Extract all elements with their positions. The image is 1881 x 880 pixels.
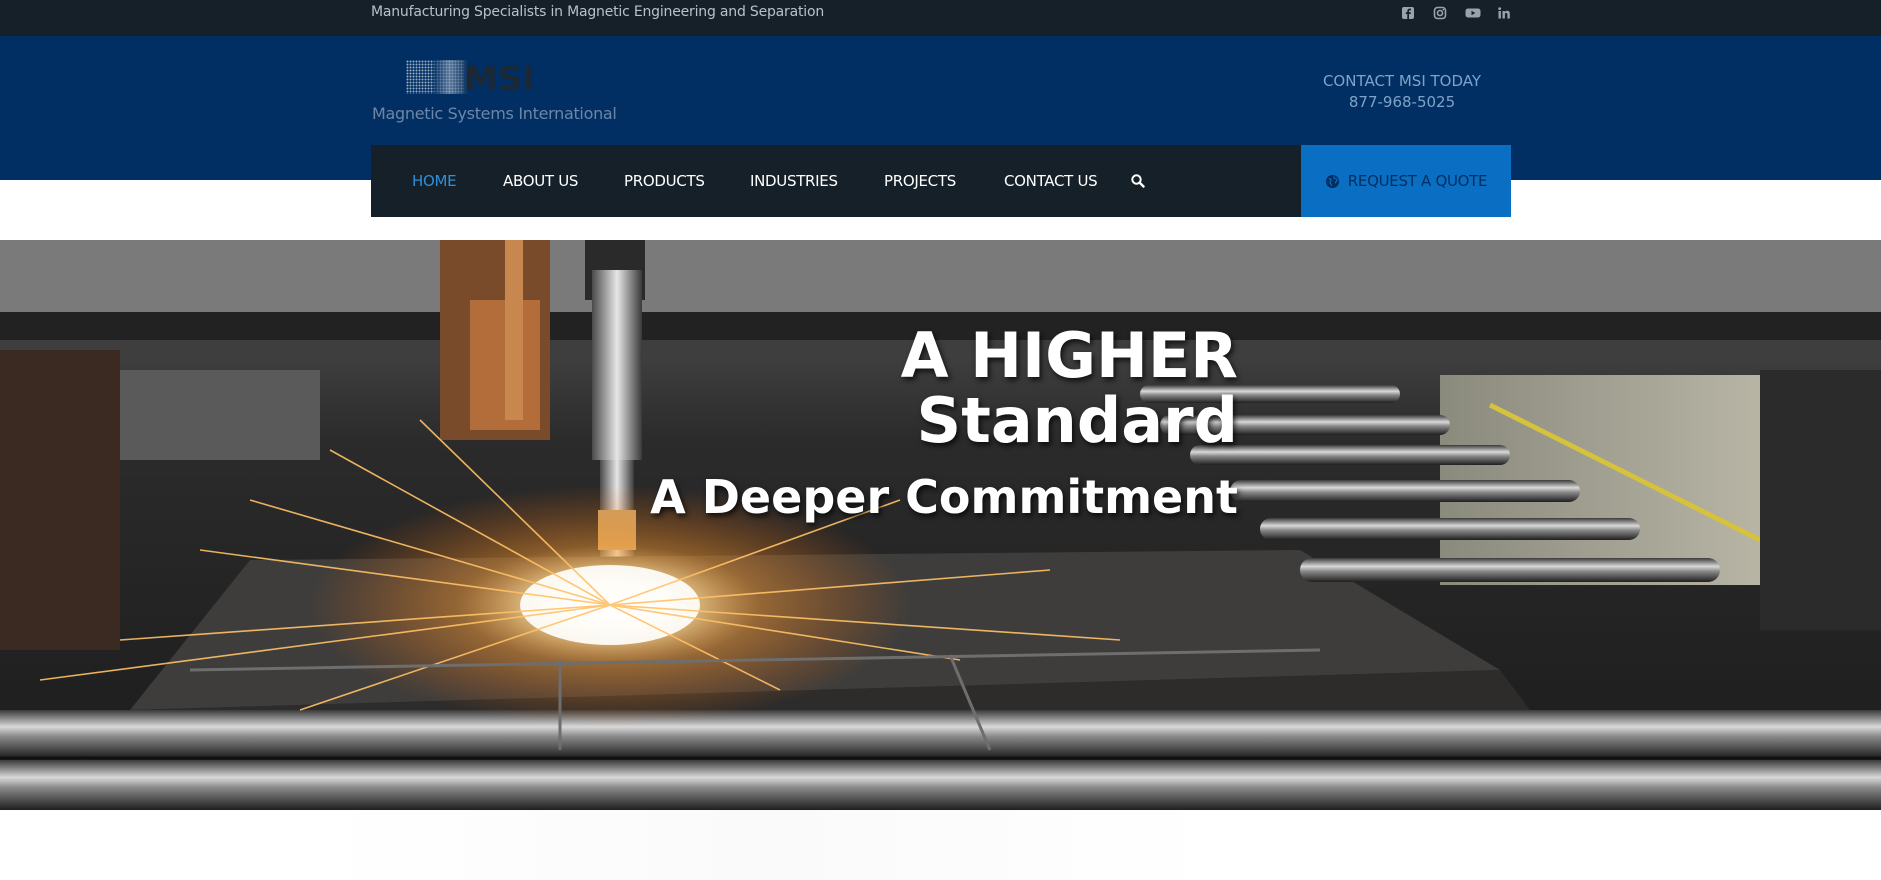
svg-text:MSI: MSI — [464, 60, 535, 94]
nav-industries[interactable]: INDUSTRIES — [750, 145, 838, 217]
nav-products[interactable]: PRODUCTS — [624, 145, 705, 217]
youtube-icon[interactable] — [1465, 6, 1481, 20]
nav-projects[interactable]: PROJECTS — [884, 145, 956, 217]
tagline: Manufacturing Specialists in Magnetic En… — [371, 4, 825, 20]
content-background — [320, 810, 1220, 880]
facebook-icon[interactable] — [1401, 6, 1415, 20]
logo-text: Magnetic Systems International — [372, 104, 617, 123]
instagram-icon[interactable] — [1433, 6, 1447, 20]
msi-logo-mark: MSI — [406, 60, 535, 94]
contact-phone[interactable]: 877-968-5025 — [1300, 93, 1504, 111]
hero-line-1: A HIGHER — [900, 319, 1238, 392]
site-logo[interactable]: MSI Magnetic Systems International — [372, 58, 617, 128]
content-area — [0, 810, 1881, 880]
nav-contact-us[interactable]: CONTACT US — [1004, 145, 1098, 217]
search-icon[interactable] — [1130, 173, 1146, 189]
main-nav: HOME ABOUT US PRODUCTS INDUSTRIES PROJEC… — [371, 145, 1511, 217]
request-quote-label: REQUEST A QUOTE — [1347, 172, 1488, 190]
contact-label: CONTACT MSI TODAY — [1322, 72, 1482, 90]
hero-subheadline: A Deeper Commitment — [650, 470, 1238, 524]
nav-about-us[interactable]: ABOUT US — [503, 145, 578, 217]
request-quote-button[interactable]: REQUEST A QUOTE — [1301, 145, 1511, 217]
hero-line-2: Standard — [916, 384, 1238, 457]
hero-headline: A HIGHER Standard — [901, 322, 1238, 452]
top-bar: Manufacturing Specialists in Magnetic En… — [0, 0, 1881, 36]
header-contact: CONTACT MSI TODAY 877-968-5025 — [1300, 72, 1504, 111]
linkedin-icon[interactable] — [1497, 6, 1511, 20]
globe-icon — [1325, 174, 1339, 188]
nav-home[interactable]: HOME — [412, 145, 457, 217]
